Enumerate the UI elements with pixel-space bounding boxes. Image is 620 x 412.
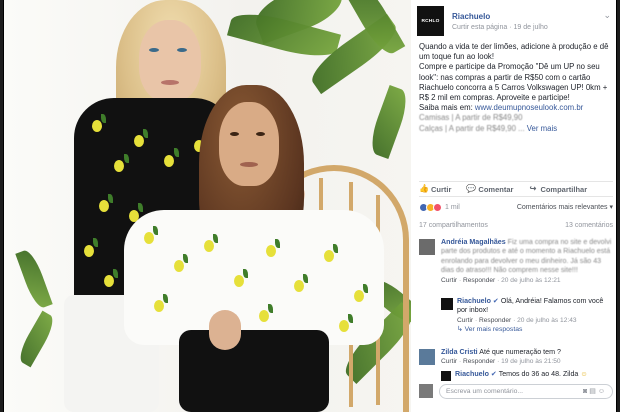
comment-like-link[interactable]: Curtir [441, 277, 457, 284]
avatar[interactable] [441, 371, 451, 381]
post-text-prefix: Calças | A partir de R$49,90 ... [419, 123, 525, 133]
post-paragraph: Saiba mais em: www.deumupnoseulook.com.b… [419, 103, 613, 113]
palm-leaf [14, 310, 59, 368]
comment: Zilda Cristi Até que numeração tem ? Cur… [419, 348, 613, 370]
comment-text: Temos do 36 ao 48. Zilda [498, 370, 579, 378]
comment: Andréia Magalhães Fiz uma compra no site… [419, 238, 613, 292]
gif-icon[interactable]: ▤ [589, 388, 598, 395]
reply: Riachuelo ✔ Olá, Andréia! Falamos com vo… [441, 297, 613, 341]
verified-icon: ✔ [492, 297, 499, 305]
model-hand [209, 310, 241, 350]
comment-body: Andréia Magalhães Fiz uma compra no site… [441, 238, 613, 285]
comment-meta: Curtir · Responder · 20 de julho às 12:2… [441, 276, 561, 284]
palm-leaf [365, 85, 411, 159]
reply: Riachuelo ✔ Temos do 36 ao 48. Zilda ☺ [441, 370, 613, 382]
post-photo[interactable] [4, 0, 411, 412]
like-label: Curtir [431, 184, 452, 194]
comment-reply-link[interactable]: Responder [463, 358, 495, 365]
comment-time[interactable]: 20 de julho às 12:21 [501, 277, 560, 284]
page-name-link[interactable]: Riachuelo [452, 12, 490, 21]
chevron-down-icon[interactable]: ⌄ [603, 10, 611, 21]
comment-like-link[interactable]: Curtir [457, 317, 473, 324]
comment-count[interactable]: 13 comentários [565, 222, 613, 229]
sticker-icon[interactable]: ☺ [598, 388, 607, 395]
like-page-link[interactable]: Curtir esta página [452, 24, 507, 31]
post-text: Quando a vida te der limões, adicione à … [419, 42, 613, 134]
comment-icon: 💬 [466, 184, 477, 193]
share-label: Compartilhar [540, 184, 588, 194]
comment-input-placeholder: Escreva um comentário... [446, 388, 524, 395]
reply-arrow-icon: ↳ [457, 326, 463, 334]
comment-meta: Curtir · Responder · 20 de julho às 12:4… [457, 316, 577, 324]
commenter-name[interactable]: Zilda Cristi [441, 348, 478, 356]
comment-composer: Escreva um comentário... ◙▤☺ [419, 384, 613, 400]
smiley-emoji-icon: ☺ [580, 370, 588, 378]
comment-time[interactable]: 19 de julho às 21:50 [501, 358, 560, 365]
post-paragraph: Compre e participe da Promoção "Dê um UP… [419, 62, 608, 103]
post-paragraph: Calças | A partir de R$49,90 ... Ver mai… [419, 124, 613, 134]
commenter-name[interactable]: Riachuelo [457, 297, 491, 305]
model-face [219, 102, 279, 186]
commenter-name[interactable]: Andréia Magalhães [441, 238, 506, 246]
avatar[interactable] [419, 239, 435, 255]
avatar[interactable] [441, 298, 453, 310]
post-text-prefix: Saiba mais em: [419, 103, 473, 113]
reactions-row: 1 mil Comentários mais relevantes ▾ [419, 201, 613, 213]
page-logo[interactable]: RCHLO [417, 6, 444, 36]
composer-icons: ◙▤☺ [583, 387, 607, 395]
browser-frame: RCHLO Riachuelo Curtir esta página · 19 … [3, 0, 617, 412]
reaction-count[interactable]: 1 mil [445, 204, 460, 211]
verified-icon: ✔ [490, 370, 497, 378]
black-pants [179, 330, 329, 412]
post-side-panel: RCHLO Riachuelo Curtir esta página · 19 … [411, 0, 616, 412]
like-button[interactable]: 👍 Curtir [419, 185, 451, 194]
share-icon: ↪ [529, 184, 537, 193]
share-count[interactable]: 17 compartilhamentos [419, 222, 488, 229]
comment-meta: Curtir · Responder · 19 de julho às 21:5… [441, 358, 561, 366]
comment-body: Riachuelo ✔ Olá, Andréia! Falamos com vo… [457, 297, 613, 335]
comment-text: Até que numeração tem ? [479, 348, 561, 356]
chevron-down-icon[interactable]: ▾ [609, 203, 613, 211]
love-reaction-icon[interactable] [433, 202, 442, 212]
comment-reply-link[interactable]: Responder [463, 277, 495, 284]
comment-sort-dropdown[interactable]: Comentários mais relevantes [517, 204, 608, 211]
comment-time[interactable]: 20 de julho às 12:43 [517, 317, 576, 324]
comment-body: Zilda Cristi Até que numeração tem ? Cur… [441, 348, 613, 367]
view-more-replies-label: Ver mais respostas [464, 326, 523, 334]
post-actions-bar: 👍 Curtir 💬 Comentar ↪ Compartilhar [419, 181, 613, 197]
post-header: RCHLO Riachuelo Curtir esta página · 19 … [417, 6, 613, 38]
see-more-link[interactable]: Ver mais [527, 124, 557, 133]
view-more-replies-link[interactable]: ↳ Ver mais respostas [457, 325, 613, 334]
comment-label: Comentar [478, 184, 514, 194]
comment-reply-link[interactable]: Responder [479, 317, 511, 324]
share-button[interactable]: ↪ Compartilhar [528, 184, 588, 194]
avatar[interactable] [419, 349, 435, 365]
share-comment-counts: 17 compartilhamentos 13 comentários [419, 222, 613, 229]
comment-button[interactable]: 💬 Comentar [466, 185, 513, 194]
post-subtitle: Curtir esta página · 19 de julho [452, 24, 548, 31]
post-paragraph: Camisas | A partir de R$49,90 [419, 113, 523, 123]
comment-body: Riachuelo ✔ Temos do 36 ao 48. Zilda ☺ [455, 370, 613, 379]
comment-like-link[interactable]: Curtir [441, 358, 457, 365]
commenter-name[interactable]: Riachuelo [455, 370, 489, 378]
avatar [419, 384, 433, 398]
thumbs-up-icon: 👍 [419, 184, 429, 193]
post-date[interactable]: 19 de julho [514, 24, 548, 31]
comment-input[interactable]: Escreva um comentário... ◙▤☺ [439, 384, 613, 399]
palm-leaf [15, 247, 53, 311]
promo-link[interactable]: www.deumupnoseulook.com.br [475, 103, 583, 112]
model-face [139, 20, 201, 102]
post-paragraph: Quando a vida te der limões, adicione à … [419, 42, 609, 62]
